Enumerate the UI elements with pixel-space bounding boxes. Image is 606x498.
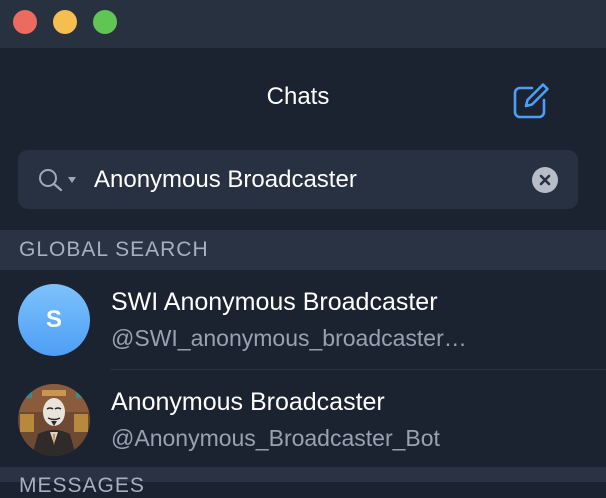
clear-icon	[539, 174, 551, 186]
avatar-initial: S	[45, 306, 62, 333]
search-result-row[interactable]: Anonymous Broadcaster @Anonymous_Broadca…	[0, 370, 606, 470]
avatar-image	[18, 384, 90, 456]
result-title: SWI Anonymous Broadcaster	[111, 288, 438, 316]
avatar: S	[18, 284, 90, 356]
chevron-down-icon[interactable]	[68, 177, 76, 183]
result-username: @Anonymous_Broadcaster_Bot	[111, 425, 440, 451]
minimize-window-button[interactable]	[53, 10, 77, 34]
page-title: Chats	[266, 83, 330, 110]
section-label: GLOBAL SEARCH	[19, 238, 209, 261]
global-search-header: GLOBAL SEARCH	[0, 230, 606, 270]
search-icon[interactable]	[38, 168, 64, 192]
result-title: Anonymous Broadcaster	[111, 388, 385, 416]
chats-header: Chats	[0, 48, 606, 148]
avatar	[18, 384, 90, 456]
zoom-window-button[interactable]	[93, 10, 117, 34]
compose-icon[interactable]	[510, 80, 552, 122]
search-bar	[18, 150, 578, 209]
search-input[interactable]	[94, 164, 514, 196]
clear-search-button[interactable]	[532, 167, 558, 193]
search-result-row[interactable]: S SWI Anonymous Broadcaster @SWI_anonymo…	[0, 270, 606, 370]
window-titlebar	[0, 0, 606, 48]
messages-section-header: MESSAGES	[19, 474, 145, 497]
close-window-button[interactable]	[13, 10, 37, 34]
result-username: @SWI_anonymous_broadcaster…	[111, 325, 467, 351]
